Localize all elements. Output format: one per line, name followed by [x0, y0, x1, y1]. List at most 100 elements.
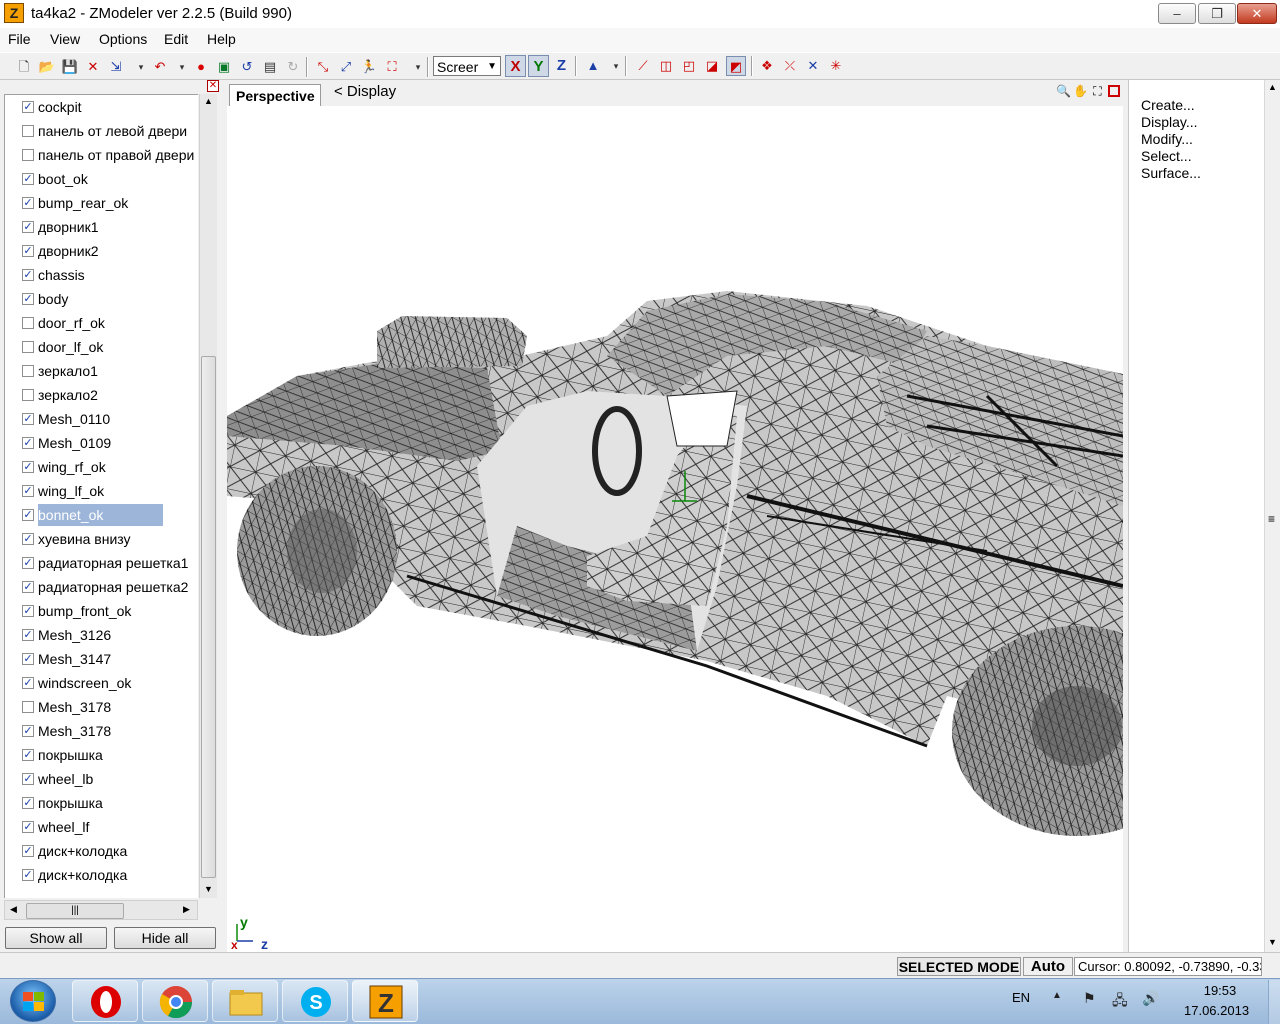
visibility-checkbox[interactable]: ✓	[22, 773, 34, 785]
horizontal-scroll-thumb[interactable]: |||	[26, 903, 124, 919]
notes-icon[interactable]: ▤	[260, 57, 280, 77]
visibility-checkbox[interactable]: ✓	[22, 221, 34, 233]
object-list-item[interactable]: Mesh_3178	[5, 696, 198, 718]
viewport-display-menu[interactable]: < Display	[334, 83, 396, 100]
menu-edit[interactable]: Edit	[164, 31, 188, 47]
object-list-item[interactable]: ✓ радиаторная решетка2	[5, 576, 198, 598]
visibility-checkbox[interactable]: ✓	[22, 101, 34, 113]
object-list-item[interactable]: ✓ boot_ok	[5, 168, 198, 190]
object-list-item[interactable]: ✓ диск+колодка	[5, 840, 198, 862]
network-icon[interactable]: 🖧	[1112, 990, 1128, 1014]
taskbar-skype[interactable]: S	[282, 980, 348, 1022]
axis-star-icon[interactable]: ✳	[826, 56, 846, 76]
clock-time[interactable]: 19:53	[1199, 983, 1241, 998]
visibility-checkbox[interactable]	[22, 317, 34, 329]
scroll-handle-icon[interactable]: ≡	[1268, 512, 1275, 526]
new-file-icon[interactable]: 🗋	[14, 57, 34, 77]
visibility-checkbox[interactable]	[22, 365, 34, 377]
command-display[interactable]: Display...	[1141, 114, 1198, 130]
visibility-checkbox[interactable]: ✓	[22, 797, 34, 809]
import-dropdown-icon[interactable]: ▾	[131, 57, 151, 77]
auto-indicator[interactable]: Auto	[1023, 957, 1073, 976]
command-surface[interactable]: Surface...	[1141, 165, 1201, 181]
menu-help[interactable]: Help	[207, 31, 236, 47]
object-list-item[interactable]: ✓ дворник1	[5, 216, 198, 238]
record-icon[interactable]: ●	[191, 57, 211, 77]
undo-history-icon[interactable]: ↶	[150, 57, 170, 77]
visibility-checkbox[interactable]: ✓	[22, 485, 34, 497]
open-folder-icon[interactable]: 📂	[37, 57, 57, 77]
object-list-item[interactable]: door_rf_ok	[5, 312, 198, 334]
object-list-item[interactable]: ✓ chassis	[5, 264, 198, 286]
object-list-item[interactable]: ✓ bump_rear_ok	[5, 192, 198, 214]
object-list-item[interactable]: ✓ windscreen_ok	[5, 672, 198, 694]
taskbar-explorer[interactable]	[212, 980, 278, 1022]
visibility-checkbox[interactable]: ✓	[22, 581, 34, 593]
visibility-checkbox[interactable]: ✓	[22, 749, 34, 761]
edge-mode-icon[interactable]: ◫	[656, 56, 676, 76]
face-mode-icon[interactable]: ◰	[679, 56, 699, 76]
axis-cross-icon[interactable]: ✕	[803, 56, 823, 76]
cone-icon[interactable]: ▲	[583, 56, 603, 76]
object-list-item[interactable]: ✓ wing_lf_ok	[5, 480, 198, 502]
import-icon[interactable]: ⇲	[106, 57, 126, 77]
object-list-item[interactable]: ✓ покрышка	[5, 744, 198, 766]
visibility-checkbox[interactable]: ✓	[22, 509, 34, 521]
visibility-checkbox[interactable]: ✓	[22, 869, 34, 881]
show-desktop-button[interactable]	[1268, 980, 1280, 1024]
object-list-item[interactable]: door_lf_ok	[5, 336, 198, 358]
maximize-viewport-icon[interactable]	[1108, 85, 1120, 97]
object-list-item[interactable]: ✓ Mesh_3126	[5, 624, 198, 646]
visibility-checkbox[interactable]: ✓	[22, 725, 34, 737]
object-list-item[interactable]: ✓ Mesh_3178	[5, 720, 198, 742]
close-button[interactable]: ✕	[1237, 3, 1277, 24]
surface-mode-icon[interactable]: ◪	[702, 56, 722, 76]
object-list-item[interactable]: ✓ wheel_lf	[5, 816, 198, 838]
menu-options[interactable]: Options	[99, 31, 147, 47]
tray-expand-icon[interactable]: ▲	[1052, 990, 1062, 1001]
scroll-left-icon[interactable]: ◀	[10, 904, 17, 915]
menu-view[interactable]: View	[50, 31, 80, 47]
scroll-right-icon[interactable]: ▶	[183, 904, 190, 915]
object-list-item[interactable]: ✓ хуевина внизу	[5, 528, 198, 550]
coordinate-system-select[interactable]: Screer ▼	[433, 56, 501, 76]
minimize-button[interactable]: –	[1158, 3, 1196, 24]
transform-dropdown-icon[interactable]: ▾	[408, 57, 428, 77]
pan-hand-icon[interactable]: ✋	[1073, 84, 1088, 99]
axis-x-toggle[interactable]: X	[505, 55, 526, 77]
object-list-item[interactable]: ✓ body	[5, 288, 198, 310]
restore-button[interactable]: ❐	[1198, 3, 1236, 24]
visibility-checkbox[interactable]	[22, 701, 34, 713]
object-list-item[interactable]: ✓ диск+колодка	[5, 864, 198, 886]
axis-z-toggle[interactable]: Z	[551, 55, 572, 77]
vertex-mode-icon[interactable]: ⟋	[633, 56, 653, 76]
save-icon[interactable]: 💾	[60, 57, 80, 77]
object-list-item[interactable]: ✓ cockpit	[5, 96, 198, 118]
axis-gizmo-icon[interactable]: ⤫	[780, 56, 800, 76]
undo-icon[interactable]: ↺	[237, 57, 257, 77]
hide-all-button[interactable]: Hide all	[114, 927, 216, 949]
delete-icon[interactable]: ✕	[83, 57, 103, 77]
undo-dropdown-icon[interactable]: ▾	[172, 57, 192, 77]
object-list-item[interactable]: ✓ радиаторная решетка1	[5, 552, 198, 574]
command-panel-scrollbar[interactable]: ▲ ≡ ▼	[1264, 80, 1280, 952]
zoom-extents-icon[interactable]: ⛶	[1090, 84, 1105, 99]
visibility-checkbox[interactable]	[22, 341, 34, 353]
object-list-item[interactable]: зеркало2	[5, 384, 198, 406]
zoom-icon[interactable]: 🔍	[1056, 84, 1071, 99]
visibility-checkbox[interactable]: ✓	[22, 437, 34, 449]
vertical-scroll-thumb[interactable]	[201, 356, 216, 878]
axis-y-toggle[interactable]: Y	[528, 55, 549, 77]
object-list-item[interactable]: ✓ Mesh_0109	[5, 432, 198, 454]
cone-dropdown-icon[interactable]: ▾	[606, 56, 626, 76]
visibility-checkbox[interactable]: ✓	[22, 821, 34, 833]
perspective-viewport[interactable]: y x z	[227, 106, 1123, 952]
scroll-down-icon[interactable]: ▼	[204, 884, 213, 894]
material-icon[interactable]: ❖	[757, 56, 777, 76]
language-indicator[interactable]: EN	[1012, 990, 1030, 1005]
visibility-checkbox[interactable]	[22, 125, 34, 137]
object-list-item[interactable]: ✓ Mesh_3147	[5, 648, 198, 670]
command-modify[interactable]: Modify...	[1141, 131, 1193, 147]
command-select[interactable]: Select...	[1141, 148, 1192, 164]
viewport-tab-perspective[interactable]: Perspective	[229, 84, 321, 106]
